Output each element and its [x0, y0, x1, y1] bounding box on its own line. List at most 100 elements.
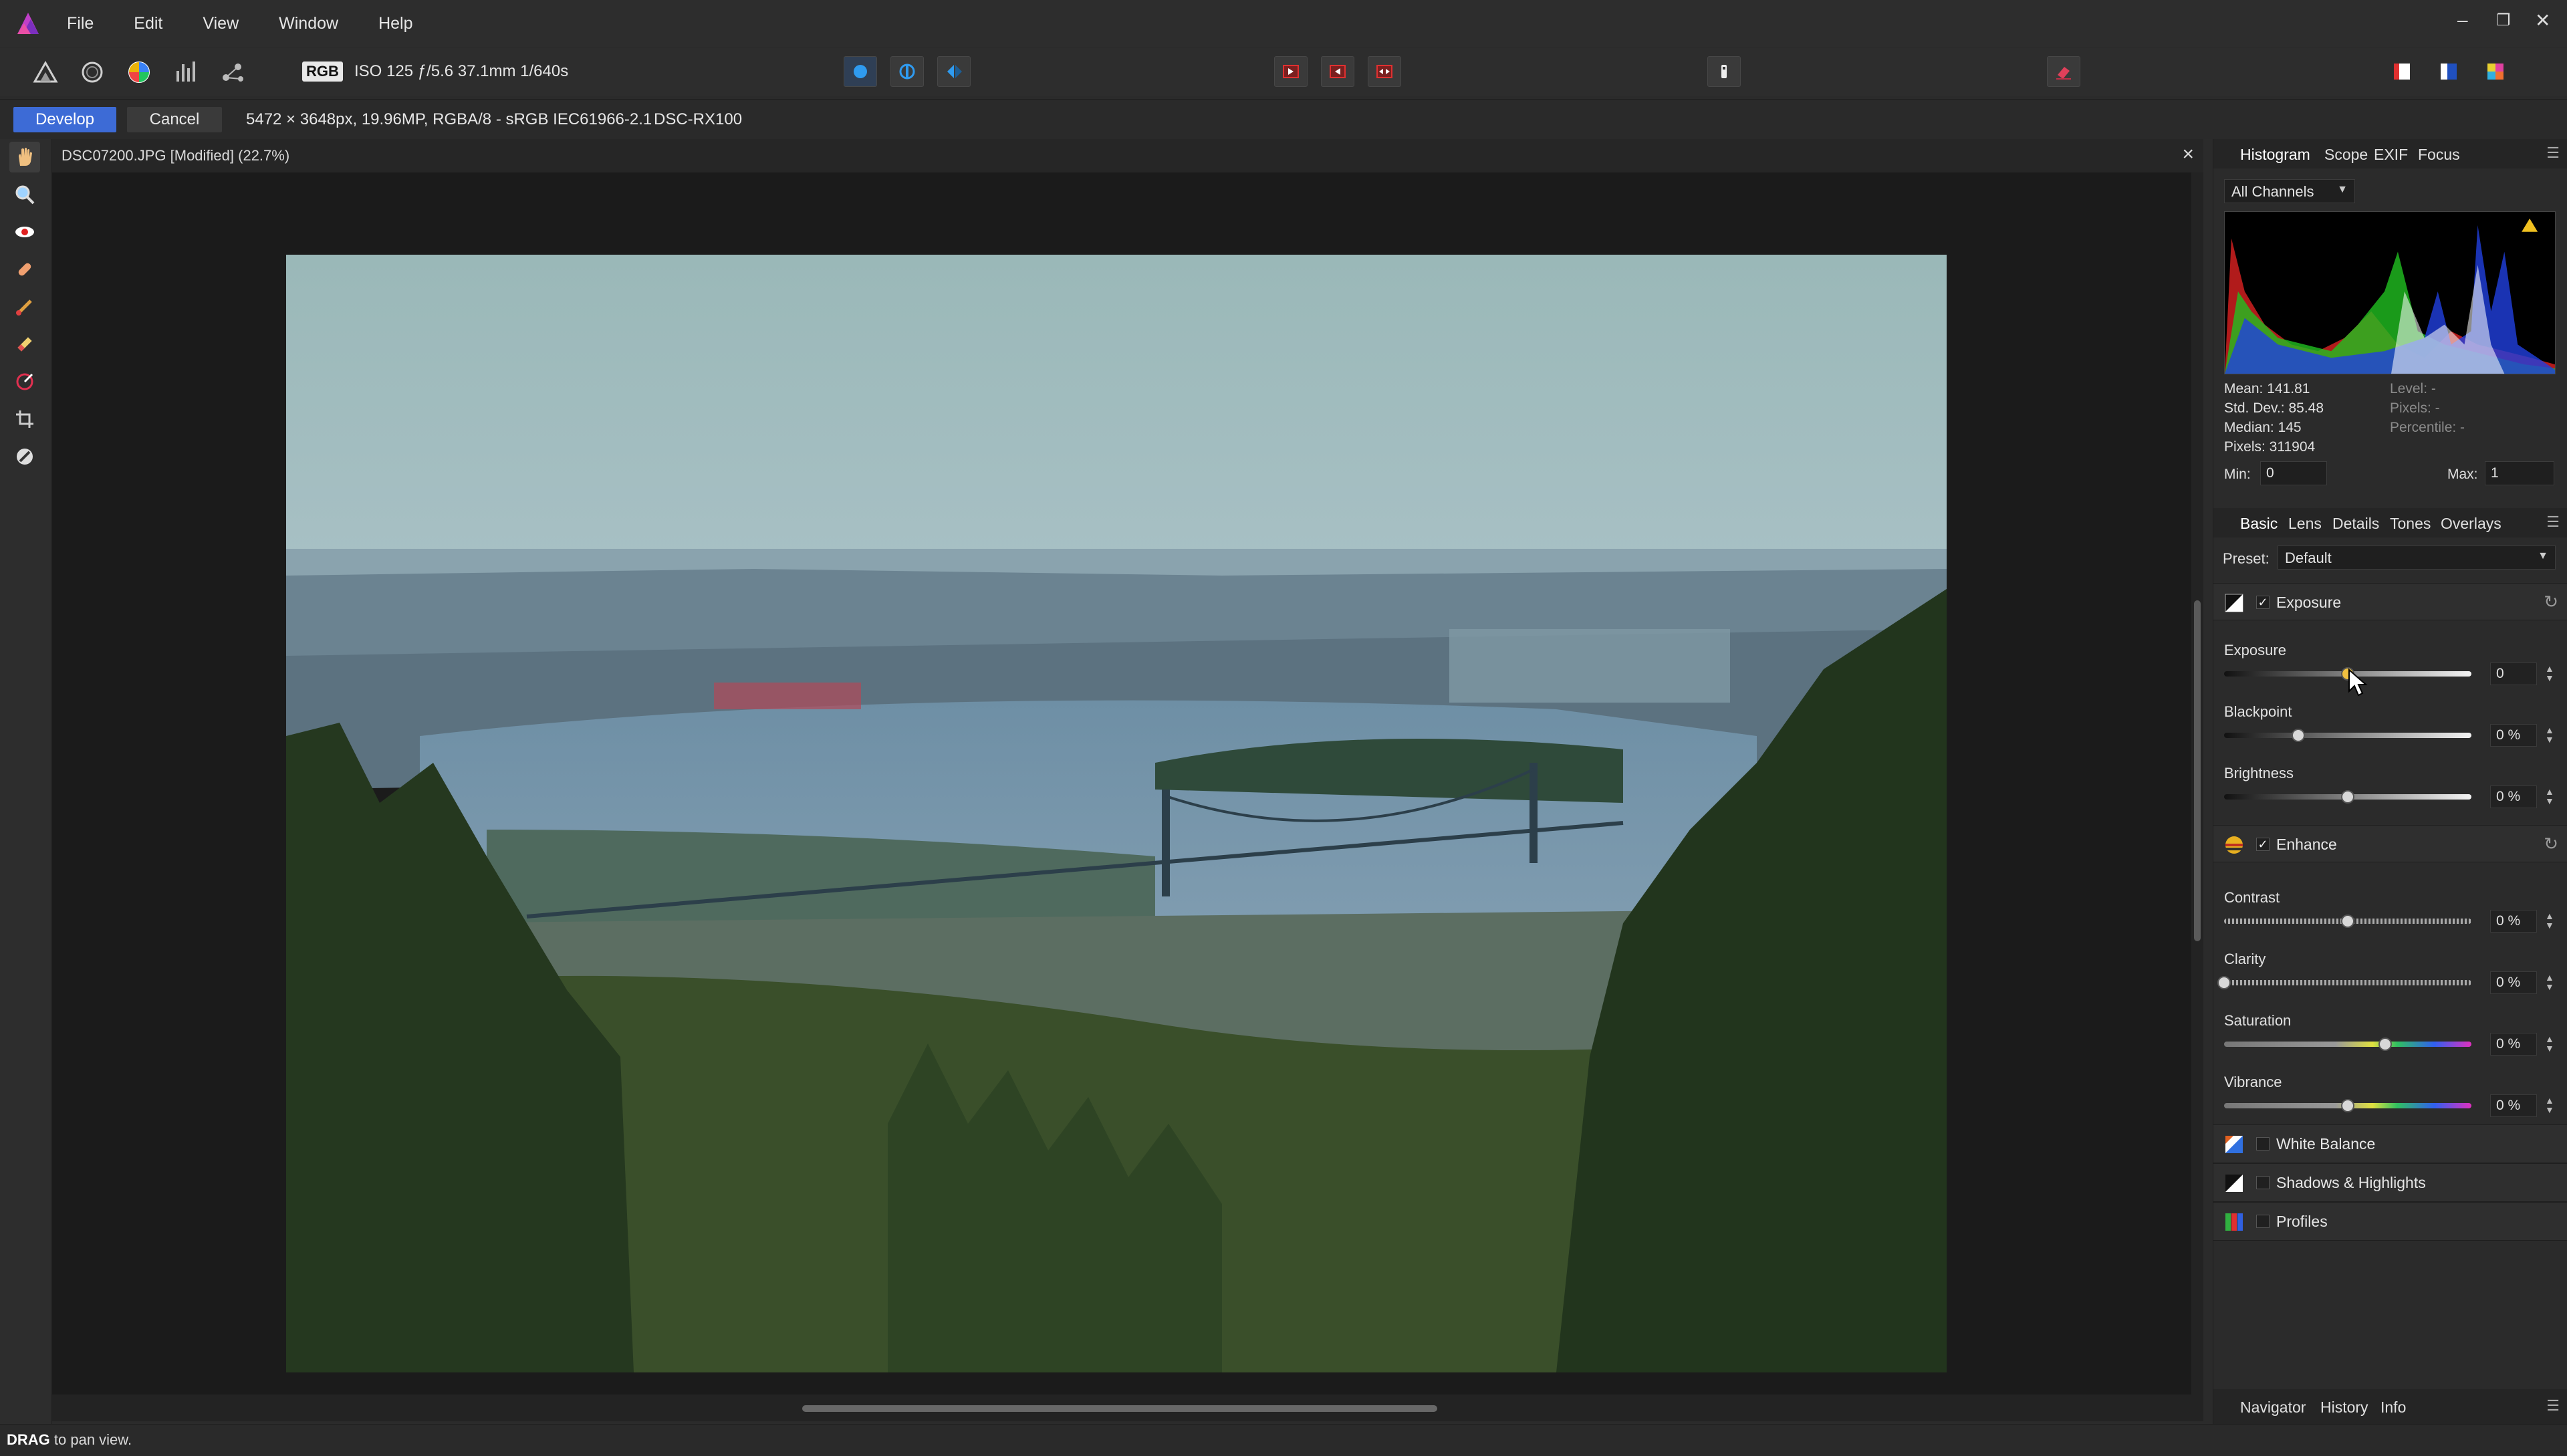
contrast-stepper-icon[interactable]: ▲ ▼ — [2545, 911, 2554, 930]
enhance-section-header[interactable]: ✓ Enhance ↻ — [2213, 825, 2567, 862]
blackpoint-slider-knob[interactable] — [2292, 729, 2305, 742]
brush-icon — [16, 299, 32, 316]
photo-image — [286, 255, 1947, 1372]
clarity-stepper-icon[interactable]: ▲ ▼ — [2545, 973, 2554, 991]
tab-histogram[interactable]: Histogram — [2240, 146, 2310, 164]
view-tool[interactable] — [9, 142, 40, 172]
export-persona-icon[interactable] — [218, 57, 247, 87]
brightness-stepper-icon[interactable]: ▲ ▼ — [2545, 787, 2554, 806]
menu-window[interactable]: Window — [279, 14, 338, 33]
tab-focus[interactable]: Focus — [2418, 146, 2460, 164]
blackpoint-slider[interactable] — [2224, 733, 2471, 738]
overlay-erase-tool[interactable] — [9, 329, 40, 360]
clipping-highlights-button[interactable] — [1274, 56, 1308, 87]
overlay-gradient-tool[interactable] — [9, 366, 40, 397]
restore-button[interactable]: ❐ — [2496, 11, 2511, 30]
tab-tones[interactable]: Tones — [2390, 515, 2431, 533]
vibrance-slider-knob[interactable] — [2341, 1099, 2354, 1112]
crop-tool[interactable] — [9, 404, 40, 435]
white-balance-section-header[interactable]: White Balance — [2213, 1124, 2567, 1163]
menu-view[interactable]: View — [203, 14, 239, 33]
close-document-button[interactable]: × — [2182, 143, 2194, 166]
blackpoint-value-field[interactable]: 0 % — [2490, 724, 2537, 747]
liquify-persona-icon[interactable] — [78, 57, 107, 87]
saturation-value-field[interactable]: 0 % — [2490, 1033, 2537, 1056]
view-mirror-button[interactable] — [937, 56, 971, 87]
assistant-button[interactable] — [1707, 56, 1741, 87]
vertical-scrollbar[interactable] — [2191, 172, 2203, 1394]
panel-menu-icon[interactable]: ☰ — [2546, 513, 2560, 531]
saturation-stepper-icon[interactable]: ▲ ▼ — [2545, 1034, 2554, 1053]
white-balance-checkbox[interactable] — [2256, 1137, 2270, 1150]
brightness-label: Brightness — [2224, 765, 2294, 781]
exposure-checkbox[interactable]: ✓ — [2256, 596, 2270, 609]
white-balance-tool[interactable] — [9, 441, 40, 472]
minimize-button[interactable]: – — [2457, 9, 2468, 31]
scroll-thumb[interactable] — [802, 1405, 1437, 1412]
snapshot-button[interactable] — [2047, 56, 2080, 87]
develop-button[interactable]: Develop — [13, 107, 116, 132]
horizontal-scrollbar[interactable] — [52, 1394, 2203, 1421]
reset-icon[interactable]: ↻ — [2544, 592, 2558, 612]
overlay-paint-tool[interactable] — [9, 291, 40, 322]
preset-select[interactable]: Default ▼ — [2278, 545, 2556, 570]
exposure-stepper-icon[interactable]: ▲ ▼ — [2545, 664, 2554, 683]
clarity-value-field[interactable]: 0 % — [2490, 971, 2537, 994]
clipping-shadows-button[interactable] — [1321, 56, 1354, 87]
tab-overlays[interactable]: Overlays — [2441, 515, 2501, 533]
studio-layout-button-1[interactable] — [2385, 56, 2419, 87]
tone-mapping-persona-icon[interactable] — [171, 57, 201, 87]
channel-select[interactable]: All Channels ▼ — [2224, 179, 2355, 203]
vibrance-stepper-icon[interactable]: ▲ ▼ — [2545, 1096, 2554, 1114]
blemish-tool[interactable] — [9, 254, 40, 285]
menu-help[interactable]: Help — [378, 14, 412, 33]
exposure-value-field[interactable]: 0 — [2490, 662, 2537, 685]
tab-details[interactable]: Details — [2332, 515, 2379, 533]
panel-menu-icon[interactable]: ☰ — [2546, 144, 2560, 162]
clarity-slider-knob[interactable] — [2217, 976, 2231, 989]
max-input[interactable]: 1 — [2485, 461, 2554, 485]
menu-edit[interactable]: Edit — [134, 14, 162, 33]
reset-icon[interactable]: ↻ — [2544, 834, 2558, 854]
zoom-tool[interactable] — [9, 179, 40, 210]
photo-persona-icon[interactable] — [31, 57, 60, 87]
studio-layout-button-3[interactable] — [2479, 56, 2512, 87]
max-label: Max: — [2447, 467, 2478, 482]
cancel-button[interactable]: Cancel — [127, 107, 222, 132]
contrast-value-field[interactable]: 0 % — [2490, 910, 2537, 933]
brightness-slider-knob[interactable] — [2341, 790, 2354, 804]
menu-file[interactable]: File — [67, 14, 94, 33]
affinity-photo-logo — [17, 13, 39, 34]
view-split-button[interactable] — [890, 56, 924, 87]
tab-lens[interactable]: Lens — [2288, 515, 2322, 533]
shadows-highlights-checkbox[interactable] — [2256, 1176, 2270, 1189]
min-input[interactable]: 0 — [2260, 461, 2327, 485]
profiles-section-header[interactable]: Profiles — [2213, 1202, 2567, 1241]
tab-scope[interactable]: Scope — [2324, 146, 2368, 164]
saturation-slider[interactable] — [2224, 1042, 2471, 1047]
saturation-slider-knob[interactable] — [2378, 1038, 2392, 1051]
brightness-value-field[interactable]: 0 % — [2490, 785, 2537, 808]
profiles-checkbox[interactable] — [2256, 1215, 2270, 1228]
contrast-slider-knob[interactable] — [2341, 915, 2354, 928]
studio-layout-button-2[interactable] — [2432, 56, 2465, 87]
tab-exif[interactable]: EXIF — [2374, 146, 2408, 164]
view-single-button[interactable] — [844, 56, 877, 87]
tab-navigator[interactable]: Navigator — [2240, 1399, 2306, 1417]
panel-menu-icon[interactable]: ☰ — [2546, 1397, 2560, 1415]
blackpoint-stepper-icon[interactable]: ▲ ▼ — [2545, 725, 2554, 744]
vibrance-value-field[interactable]: 0 % — [2490, 1094, 2537, 1117]
tab-basic[interactable]: Basic — [2240, 515, 2278, 533]
tab-history[interactable]: History — [2320, 1399, 2368, 1417]
shadows-highlights-section-header[interactable]: Shadows & Highlights — [2213, 1163, 2567, 1202]
scroll-thumb[interactable] — [2194, 600, 2201, 941]
tab-info[interactable]: Info — [2380, 1399, 2406, 1417]
clipping-tones-button[interactable] — [1368, 56, 1401, 87]
clarity-slider[interactable] — [2224, 980, 2471, 985]
exposure-section-header[interactable]: ✓ Exposure ↻ — [2213, 583, 2567, 620]
close-window-button[interactable]: ✕ — [2535, 9, 2550, 31]
develop-persona-icon[interactable] — [124, 57, 154, 87]
enhance-checkbox[interactable]: ✓ — [2256, 838, 2270, 851]
document-tab[interactable]: DSC07200.JPG [Modified] (22.7%) × — [52, 139, 2203, 172]
red-eye-tool[interactable] — [9, 217, 40, 247]
